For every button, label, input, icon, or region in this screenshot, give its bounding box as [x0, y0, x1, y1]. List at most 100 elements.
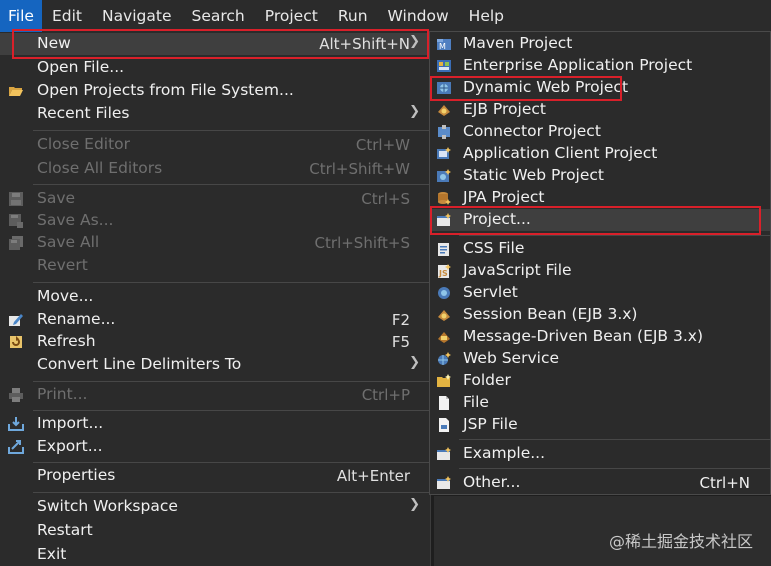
submenu-item-dynamic-web-project[interactable]: Dynamic Web Project — [430, 77, 770, 99]
submenu-item-static-web-project[interactable]: Static Web Project — [430, 165, 770, 187]
submenu-item-app-client-project[interactable]: Application Client Project — [430, 143, 770, 165]
menu-file[interactable]: File — [0, 0, 42, 32]
menu-separator — [459, 235, 770, 236]
save-as-icon — [8, 213, 24, 229]
submenu-item-jsp-file[interactable]: JSP File — [430, 414, 770, 436]
menu-run[interactable]: Run — [328, 0, 378, 32]
menu-item-label: Rename... — [37, 310, 116, 328]
menu-item-label: Recent Files — [37, 104, 130, 122]
servlet-icon — [436, 285, 452, 301]
menu-item-label: Servlet — [463, 283, 518, 301]
svg-text:M: M — [439, 42, 446, 51]
menu-item-shortcut: Ctrl+Shift+W — [309, 160, 410, 178]
menu-item-label: Switch Workspace — [37, 497, 178, 515]
new-submenu: M Maven Project Enterprise Application P… — [429, 31, 771, 495]
file-menu-item-move[interactable]: Move... — [0, 286, 430, 308]
connector-project-icon — [436, 124, 452, 140]
static-web-project-icon — [436, 168, 452, 184]
submenu-item-file[interactable]: File — [430, 392, 770, 414]
file-menu-item-save-all[interactable]: Save All Ctrl+Shift+S — [0, 232, 430, 254]
file-menu-item-recent-files[interactable]: Recent Files ❯ — [0, 103, 430, 125]
ejb-project-icon — [436, 102, 452, 118]
file-menu-item-open-file[interactable]: Open File... — [0, 57, 430, 79]
menu-window[interactable]: Window — [378, 0, 459, 32]
menu-item-shortcut: Alt+Enter — [336, 467, 410, 485]
file-menu-item-open-projects[interactable]: Open Projects from File System... — [0, 80, 430, 102]
menu-search[interactable]: Search — [182, 0, 255, 32]
menu-item-label: Print... — [37, 385, 88, 403]
project-icon — [436, 212, 452, 228]
menu-item-label: Import... — [37, 414, 104, 432]
file-menu-item-save-as[interactable]: Save As... — [0, 210, 430, 232]
file-menu-item-new[interactable]: New Alt+Shift+N ❯ — [0, 33, 430, 55]
file-menu-item-revert[interactable]: Revert — [0, 255, 430, 277]
import-icon — [8, 416, 24, 432]
submenu-item-session-bean[interactable]: Session Bean (EJB 3.x) — [430, 304, 770, 326]
save-all-icon — [8, 235, 24, 251]
submenu-item-maven-project[interactable]: M Maven Project — [430, 33, 770, 55]
file-menu-item-print[interactable]: Print... Ctrl+P — [0, 384, 430, 406]
menu-navigate[interactable]: Navigate — [92, 0, 182, 32]
submenu-item-enterprise-app-project[interactable]: Enterprise Application Project — [430, 55, 770, 77]
menu-item-label: Open Projects from File System... — [37, 81, 294, 99]
submenu-item-example[interactable]: Example... — [430, 443, 770, 465]
submenu-item-jpa-project[interactable]: JPA Project — [430, 187, 770, 209]
submenu-item-other[interactable]: Other... Ctrl+N — [430, 472, 770, 494]
submenu-item-project[interactable]: Project... — [430, 209, 770, 231]
menu-item-label: JavaScript File — [463, 261, 572, 279]
menu-separator — [33, 130, 430, 131]
menu-separator — [459, 468, 770, 469]
menu-item-label: Enterprise Application Project — [463, 56, 693, 74]
submenu-item-web-service[interactable]: Web Service — [430, 348, 770, 370]
submenu-item-javascript-file[interactable]: JS JavaScript File — [430, 260, 770, 282]
file-menu-item-convert-line-delimiters[interactable]: Convert Line Delimiters To ❯ — [0, 354, 430, 376]
session-bean-icon — [436, 307, 452, 323]
file-menu-item-rename[interactable]: Rename... F2 — [0, 309, 430, 331]
menu-item-shortcut: Alt+Shift+N — [319, 35, 410, 53]
menu-item-label: Folder — [463, 371, 511, 389]
submenu-item-css-file[interactable]: CSS File — [430, 238, 770, 260]
submenu-item-message-driven-bean[interactable]: Message-Driven Bean (EJB 3.x) — [430, 326, 770, 348]
print-icon — [8, 387, 24, 403]
menu-item-label: Session Bean (EJB 3.x) — [463, 305, 638, 323]
file-menu-item-close-editor[interactable]: Close Editor Ctrl+W — [0, 134, 430, 156]
menu-separator — [33, 381, 430, 382]
css-file-icon — [436, 241, 452, 257]
file-menu-item-exit[interactable]: Exit — [0, 544, 430, 566]
menu-item-label: Web Service — [463, 349, 560, 367]
menu-item-label: Dynamic Web Project — [463, 78, 629, 96]
menu-project[interactable]: Project — [255, 0, 328, 32]
file-menu-item-properties[interactable]: Properties Alt+Enter — [0, 465, 430, 487]
file-menu-item-save[interactable]: Save Ctrl+S — [0, 188, 430, 210]
menu-edit[interactable]: Edit — [42, 0, 92, 32]
submenu-item-connector-project[interactable]: Connector Project — [430, 121, 770, 143]
menu-item-label: Save — [37, 189, 76, 207]
file-menu-item-export[interactable]: Export... — [0, 436, 430, 458]
menu-item-label: Example... — [463, 444, 546, 462]
menu-item-shortcut: Ctrl+S — [361, 190, 410, 208]
submenu-item-folder[interactable]: Folder — [430, 370, 770, 392]
file-menu-item-close-all-editors[interactable]: Close All Editors Ctrl+Shift+W — [0, 158, 430, 180]
menu-help[interactable]: Help — [459, 0, 514, 32]
menu-item-label: Save All — [37, 233, 100, 251]
menu-item-shortcut: Ctrl+Shift+S — [314, 234, 410, 252]
menu-item-label: Static Web Project — [463, 166, 604, 184]
menu-item-label: Application Client Project — [463, 144, 658, 162]
menu-item-label: New — [37, 34, 71, 52]
menu-item-shortcut: F2 — [391, 311, 410, 329]
submenu-item-servlet[interactable]: Servlet — [430, 282, 770, 304]
file-menu-item-import[interactable]: Import... — [0, 413, 430, 435]
menu-item-label: Exit — [37, 545, 67, 563]
menu-item-label: Other... — [463, 473, 521, 491]
file-menu-item-switch-workspace[interactable]: Switch Workspace ❯ — [0, 496, 430, 518]
menu-separator — [33, 492, 430, 493]
javascript-file-icon: JS — [436, 263, 452, 279]
submenu-item-ejb-project[interactable]: EJB Project — [430, 99, 770, 121]
menu-bar: File Edit Navigate Search Project Run Wi… — [0, 0, 771, 32]
menu-item-label: JSP File — [463, 415, 518, 433]
svg-text:JS: JS — [438, 269, 448, 278]
file-menu-item-refresh[interactable]: Refresh F5 — [0, 331, 430, 353]
file-menu-item-restart[interactable]: Restart — [0, 520, 430, 542]
menu-separator — [33, 282, 430, 283]
menu-item-label: Revert — [37, 256, 88, 274]
